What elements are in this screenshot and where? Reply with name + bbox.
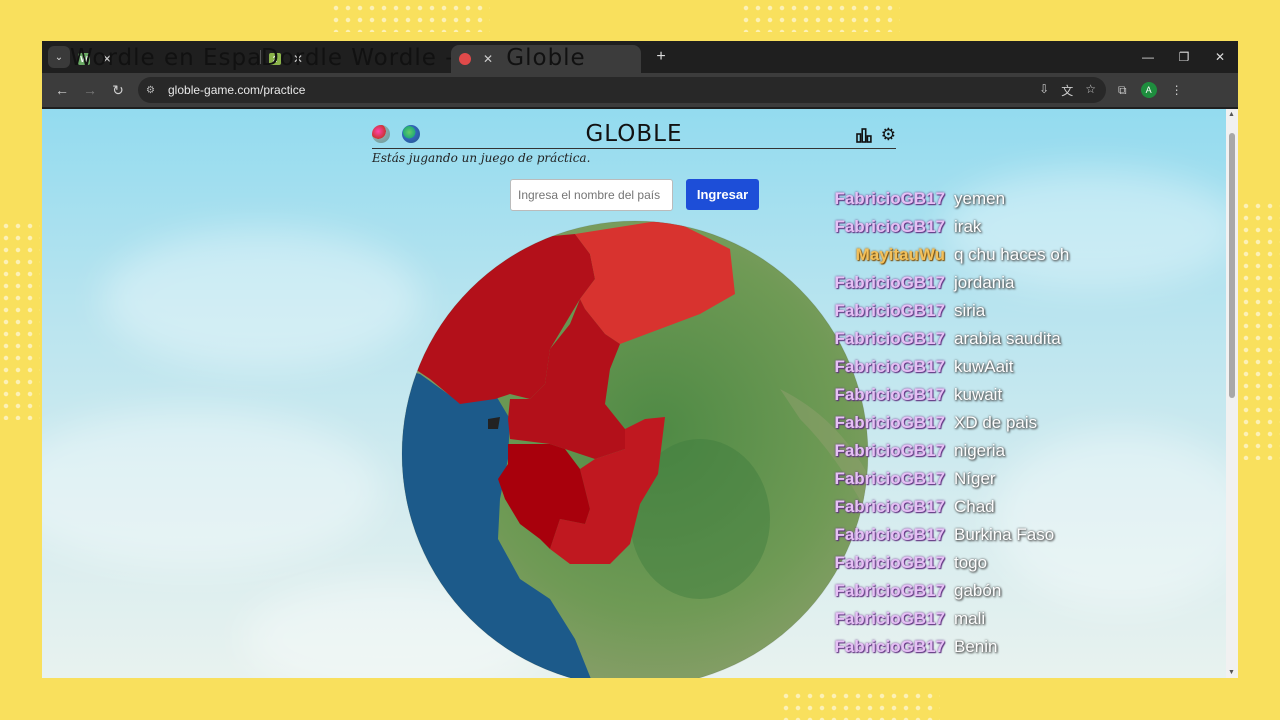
chat-text: mali	[954, 609, 986, 628]
chat-username: FabricioGB17	[834, 413, 945, 432]
chat-text: siria	[954, 301, 986, 320]
chat-username: FabricioGB17	[834, 441, 945, 460]
chat-text: kuwAait	[954, 357, 1014, 376]
chat-message: FabricioGB17 XD de pais	[812, 413, 1037, 437]
chat-username: FabricioGB17	[834, 273, 945, 292]
tab-wordle[interactable]: W Wordle en Español - Juega Wor ✕	[70, 45, 260, 73]
chat-username: FabricioGB17	[834, 385, 945, 404]
chat-username: FabricioGB17	[834, 217, 945, 236]
chat-message: FabricioGB17 yemen	[812, 189, 1005, 213]
chat-text: kuwait	[954, 385, 1003, 404]
tab-title: Dordle Wordle - Play Dordle Ga	[261, 45, 451, 71]
chat-username: FabricioGB17	[834, 301, 945, 320]
chat-username: FabricioGB17	[834, 609, 945, 628]
tab-dordle[interactable]: 2 Dordle Wordle - Play Dordle Ga ✕	[261, 45, 451, 73]
chat-message: FabricioGB17 gabón	[812, 581, 1001, 605]
chat-username: FabricioGB17	[834, 553, 945, 572]
chat-username: FabricioGB17	[834, 329, 945, 348]
chat-text: yemen	[954, 189, 1006, 208]
chat-message: FabricioGB17 irak	[812, 217, 981, 241]
browser-window: ⌄ W Wordle en Español - Juega Wor ✕ 2 Do…	[42, 41, 1238, 678]
scroll-up-icon[interactable]: ▲	[1228, 111, 1235, 118]
practice-subtitle: Estás jugando un juego de práctica.	[372, 151, 591, 165]
chat-message: FabricioGB17 togo	[812, 553, 987, 577]
chat-message: FabricioGB17 kuwAait	[812, 357, 1014, 381]
chat-username: FabricioGB17	[834, 525, 945, 544]
tab-strip: ⌄ W Wordle en Español - Juega Wor ✕ 2 Do…	[42, 41, 1238, 73]
chat-text: Níger	[954, 469, 996, 488]
chat-message: FabricioGB17 Burkina Faso	[812, 525, 1054, 549]
more-menu-icon[interactable]: ⋮	[1171, 83, 1183, 97]
chat-text: irak	[954, 217, 982, 236]
profile-avatar[interactable]: A	[1140, 82, 1157, 98]
chat-text: q chu haces oh	[954, 245, 1070, 264]
scroll-down-icon[interactable]: ▼	[1228, 669, 1235, 676]
bookmark-star-icon[interactable]: ☆	[1085, 82, 1096, 99]
chat-text: gabón	[954, 581, 1002, 600]
restore-icon[interactable]: ❐	[1166, 41, 1202, 73]
chat-message: MayitauWu q chu haces oh	[812, 245, 1070, 269]
address-bar[interactable]: ⚙ globle-game.com/practice ⇩ 文 ☆	[138, 77, 1106, 103]
gear-icon[interactable]: ⚙	[881, 125, 896, 145]
forward-arrow-icon[interactable]: →	[76, 82, 104, 98]
chat-username: FabricioGB17	[834, 357, 945, 376]
chat-text: togo	[954, 553, 988, 572]
game-header: GLOBLE ⚙	[372, 121, 896, 149]
chat-message: FabricioGB17 nigeria	[812, 441, 1005, 465]
window-close-icon[interactable]: ✕	[1202, 41, 1238, 73]
tab-title: Globle	[506, 45, 586, 71]
chat-username: MayitauWu	[855, 245, 945, 264]
url-text[interactable]: globle-game.com/practice	[168, 83, 1039, 97]
chat-message: FabricioGB17 kuwait	[812, 385, 1002, 409]
chat-username: FabricioGB17	[834, 189, 945, 208]
chat-text: arabia saudita	[954, 329, 1061, 348]
page-title: GLOBLE	[585, 121, 683, 147]
extensions-puzzle-icon[interactable]: ⧉	[1118, 83, 1127, 98]
browser-toolbar: ← → ↻ ⚙ globle-game.com/practice ⇩ 文 ☆ ⧉…	[42, 73, 1238, 107]
chat-message: FabricioGB17 jordania	[812, 273, 1015, 297]
chat-message: FabricioGB17 Benin	[812, 637, 997, 661]
chat-message: FabricioGB17 Níger	[812, 469, 996, 493]
translate-icon[interactable]: 文	[1061, 82, 1073, 99]
scrollbar-thumb[interactable]	[1229, 133, 1235, 398]
chat-message: FabricioGB17 siria	[812, 301, 985, 325]
back-arrow-icon[interactable]: ←	[48, 82, 76, 98]
chat-text: Benin	[954, 637, 998, 656]
chat-username: FabricioGB17	[834, 497, 945, 516]
tab-search-icon[interactable]: ⌄	[48, 46, 70, 68]
tab-title: Wordle en Español - Juega Wor	[70, 45, 260, 71]
page-scrollbar[interactable]: ▲ ▼	[1226, 109, 1238, 678]
chat-text: Burkina Faso	[954, 525, 1055, 544]
chat-message: FabricioGB17 Chad	[812, 497, 995, 521]
reload-icon[interactable]: ↻	[104, 82, 132, 99]
chat-text: Chad	[954, 497, 995, 516]
chat-text: jordania	[954, 273, 1015, 292]
chat-username: FabricioGB17	[834, 469, 945, 488]
minimize-icon[interactable]: —	[1130, 41, 1166, 73]
chat-message: FabricioGB17 arabia saudita	[812, 329, 1061, 353]
country-guess-input[interactable]	[510, 179, 673, 211]
tab-globle[interactable]: Globle ✕	[451, 45, 641, 73]
install-app-icon[interactable]: ⇩	[1039, 82, 1049, 99]
submit-guess-button[interactable]: Ingresar	[686, 179, 759, 210]
page-viewport: GLOBLE ⚙ Estás jugando un juego de práct…	[42, 109, 1226, 678]
chat-username: FabricioGB17	[834, 581, 945, 600]
globe-map[interactable]	[400, 219, 870, 678]
chat-message: FabricioGB17 mali	[812, 609, 985, 633]
stats-chart-icon[interactable]	[856, 127, 872, 143]
new-tab-plus-icon[interactable]: +	[651, 48, 671, 66]
chat-text: XD de pais	[954, 413, 1038, 432]
chat-username: FabricioGB17	[834, 637, 945, 656]
site-settings-icon[interactable]: ⚙	[146, 85, 162, 96]
chat-text: nigeria	[954, 441, 1006, 460]
